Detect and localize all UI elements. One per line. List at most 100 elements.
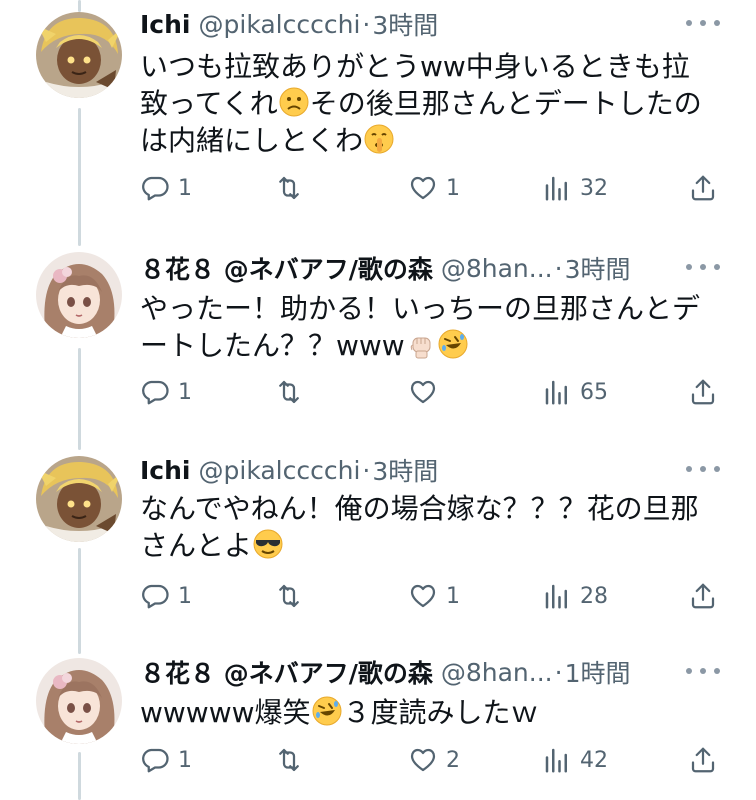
share-button[interactable] — [688, 168, 718, 208]
tweet-text-segment: ートしたん？？www — [140, 329, 405, 362]
tweet-text-segment: さんとよ — [140, 529, 253, 562]
reply-icon — [142, 380, 169, 405]
retweet-icon — [279, 176, 299, 200]
share-icon — [691, 747, 715, 773]
reply-icon — [142, 748, 169, 773]
display-name[interactable]: Ichi — [140, 456, 191, 485]
views-chart-icon — [545, 748, 567, 773]
heart-icon — [410, 176, 436, 200]
views-button[interactable]: 42 — [542, 740, 608, 780]
display-name[interactable]: ８花８ @ネバアフ/歌の森 — [140, 250, 433, 286]
tweet-text: いつも拉致ありがとうww中身いるときも拉 致ってくれ その後旦那さんとデートしたの… — [140, 48, 720, 159]
user-handle[interactable]: @8han... — [441, 254, 553, 283]
display-name[interactable]: ８花８ @ネバアフ/歌の森 — [140, 654, 433, 690]
retweet-button[interactable] — [274, 168, 312, 208]
avatar[interactable] — [36, 12, 122, 98]
more-dots-icon[interactable] — [686, 456, 720, 482]
user-handle[interactable]: @pikalcccchi — [199, 10, 361, 39]
tweet[interactable]: Ichi @pikalcccchi · 3時間 いつも拉致ありがとうww中身いる… — [0, 0, 756, 230]
reply-button[interactable]: 1 — [140, 576, 192, 616]
separator-dot: · — [362, 9, 371, 39]
reply-button[interactable]: 1 — [140, 740, 192, 780]
tweet-text: wwwww爆笑 ３度読みしたｗ — [140, 694, 720, 731]
reply-icon — [142, 584, 169, 609]
tweet-text-line: wwwww爆笑 ３度読みしたｗ — [140, 694, 720, 731]
view-count: 65 — [580, 379, 608, 405]
reply-icon — [142, 176, 169, 201]
retweet-button[interactable] — [274, 576, 312, 616]
reply-count: 1 — [178, 583, 192, 609]
tweet[interactable]: ８花８ @ネバアフ/歌の森 @8han... · 1時間 wwwww爆笑 ３度読み… — [0, 654, 756, 800]
user-handle[interactable]: @8han... — [441, 658, 553, 687]
tweet-text-line: やったー！助かる！いっちーの旦那さんとデ — [140, 292, 701, 325]
separator-dot: · — [362, 455, 371, 485]
like-button[interactable]: 1 — [408, 576, 460, 616]
tweet-text-line: ートしたん？？www — [140, 327, 720, 364]
share-button[interactable] — [688, 372, 718, 412]
rolling-laughing-emoji-icon — [437, 328, 469, 360]
timestamp[interactable]: 3時間 — [565, 250, 631, 286]
tweet-text-segment: その後旦那さんとデートしたの — [309, 87, 702, 120]
retweet-icon — [279, 380, 299, 404]
share-icon — [691, 583, 715, 609]
retweet-button[interactable] — [274, 372, 312, 412]
heart-icon — [410, 748, 436, 772]
blonde-character-avatar-icon — [36, 456, 122, 542]
tweet-text-segment: ３度読みしたｗ — [342, 696, 539, 729]
sunglasses-face-emoji-icon — [252, 528, 284, 560]
frowning-face-emoji-icon — [278, 86, 310, 118]
retweet-icon — [279, 748, 299, 772]
avatar[interactable] — [36, 252, 122, 338]
display-name[interactable]: Ichi — [140, 10, 191, 39]
view-count: 28 — [580, 583, 608, 609]
like-count: 1 — [446, 583, 460, 609]
tweet-text-segment: wwwww爆笑 — [140, 696, 311, 729]
heart-icon — [410, 584, 436, 608]
reply-count: 1 — [178, 175, 192, 201]
share-icon — [691, 175, 715, 201]
tweet-text-line: 致ってくれ その後旦那さんとデートしたの — [140, 85, 720, 122]
tweet-text-line: さんとよ — [140, 527, 720, 564]
reply-count: 1 — [178, 747, 192, 773]
more-dots-icon[interactable] — [686, 254, 720, 280]
reply-button[interactable]: 1 — [140, 372, 192, 412]
timestamp[interactable]: 1時間 — [565, 654, 631, 690]
tweet-text-segment: は内緒にしとくわ — [140, 124, 364, 157]
timestamp[interactable]: 3時間 — [372, 452, 438, 488]
more-dots-icon[interactable] — [686, 10, 720, 36]
raised-fist-emoji-icon — [405, 328, 437, 360]
retweet-button[interactable] — [274, 740, 312, 780]
tweet-text-line: なんでやねん！俺の場合嫁な？？？花の旦那 — [140, 492, 699, 525]
more-dots-icon[interactable] — [686, 658, 720, 684]
share-button[interactable] — [688, 576, 718, 616]
tweet[interactable]: ８花８ @ネバアフ/歌の森 @8han... · 3時間 やったー！助かる！いっ… — [0, 246, 756, 436]
views-chart-icon — [545, 380, 567, 405]
view-count: 42 — [580, 747, 608, 773]
timestamp[interactable]: 3時間 — [372, 6, 438, 42]
separator-dot: · — [554, 253, 563, 283]
tweet-text: やったー！助かる！いっちーの旦那さんとデ ートしたん？？www — [140, 290, 720, 364]
tweet-text-segment: 致ってくれ — [140, 87, 278, 120]
user-handle[interactable]: @pikalcccchi — [199, 456, 361, 485]
like-button[interactable]: 2 — [408, 740, 460, 780]
views-chart-icon — [545, 584, 567, 609]
views-chart-icon — [545, 176, 567, 201]
brown-hair-girl-avatar-icon — [36, 252, 122, 338]
like-count: 2 — [446, 747, 460, 773]
shushing-face-emoji-icon — [363, 123, 395, 155]
rolling-laughing-emoji-icon — [311, 695, 343, 727]
tweet[interactable]: Ichi @pikalcccchi · 3時間 なんでやねん！俺の場合嫁な？？？… — [0, 450, 756, 640]
avatar[interactable] — [36, 456, 122, 542]
avatar[interactable] — [36, 658, 122, 744]
heart-icon — [410, 380, 436, 404]
views-button[interactable]: 32 — [542, 168, 608, 208]
reply-count: 1 — [178, 379, 192, 405]
views-button[interactable]: 65 — [542, 372, 608, 412]
like-button[interactable] — [408, 372, 446, 412]
reply-button[interactable]: 1 — [140, 168, 192, 208]
share-button[interactable] — [688, 740, 718, 780]
views-button[interactable]: 28 — [542, 576, 608, 616]
brown-hair-girl-avatar-icon — [36, 658, 122, 744]
tweet-text: なんでやねん！俺の場合嫁な？？？花の旦那 さんとよ — [140, 490, 720, 564]
like-button[interactable]: 1 — [408, 168, 460, 208]
